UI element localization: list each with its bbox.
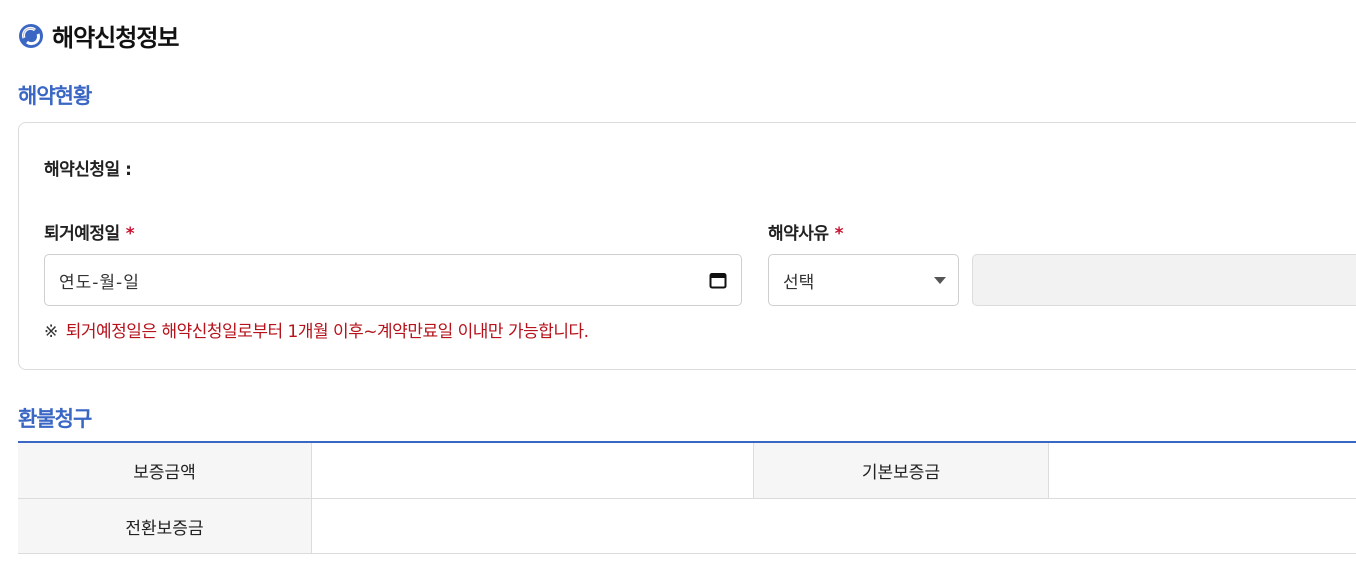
notice-message: 퇴거예정일은 해약신청일로부터 1개월 이후~계약만료일 이내만 가능합니다. xyxy=(65,322,589,342)
reason-select-value: 선택 xyxy=(783,272,815,293)
reason-label: 해약사유 * xyxy=(768,219,843,244)
converted-deposit-header: 전환보증금 xyxy=(18,499,311,553)
reason-detail-input[interactable] xyxy=(972,254,1356,306)
circular-arrow-logo-icon xyxy=(19,23,43,48)
table-row: 보증금액 기본보증금 xyxy=(18,443,1356,499)
page-title-text: 해약신청정보 xyxy=(52,24,179,52)
notice-mark: ※ xyxy=(44,322,58,342)
deposit-amount-value xyxy=(311,443,753,498)
status-box: 해약신청일 : 퇴거예정일 * 연도-월-일 해약사유 * 선택 ※ 퇴거예정일은 해… xyxy=(18,122,1356,370)
required-mark: * xyxy=(125,224,135,244)
chevron-down-icon xyxy=(934,276,946,284)
reason-select[interactable]: 선택 xyxy=(768,254,959,306)
notice-text: ※ 퇴거예정일은 해약신청일로부터 1개월 이후~계약만료일 이내만 가능합니다. xyxy=(44,317,589,342)
moveout-date-input[interactable]: 연도-월-일 xyxy=(44,254,742,306)
refund-section-title: 환불청구 xyxy=(18,407,92,431)
refund-table: 보증금액 기본보증금 전환보증금 xyxy=(18,441,1356,554)
basic-deposit-value xyxy=(1048,443,1356,498)
converted-deposit-value xyxy=(311,499,1356,553)
moveout-date-label-text: 퇴거예정일 xyxy=(44,224,120,244)
required-mark: * xyxy=(834,224,844,244)
moveout-date-label: 퇴거예정일 * xyxy=(44,219,135,244)
page-title: 해약신청정보 xyxy=(18,18,179,53)
calendar-icon[interactable] xyxy=(709,271,727,289)
deposit-amount-header: 보증금액 xyxy=(18,443,311,498)
basic-deposit-header: 기본보증금 xyxy=(753,443,1048,498)
date-input-value: 연도-월-일 xyxy=(59,272,140,293)
table-row: 전환보증금 xyxy=(18,499,1356,554)
apply-date-label: 해약신청일 : xyxy=(44,160,132,180)
reason-label-text: 해약사유 xyxy=(768,224,829,244)
status-section-title: 해약현황 xyxy=(18,84,92,108)
